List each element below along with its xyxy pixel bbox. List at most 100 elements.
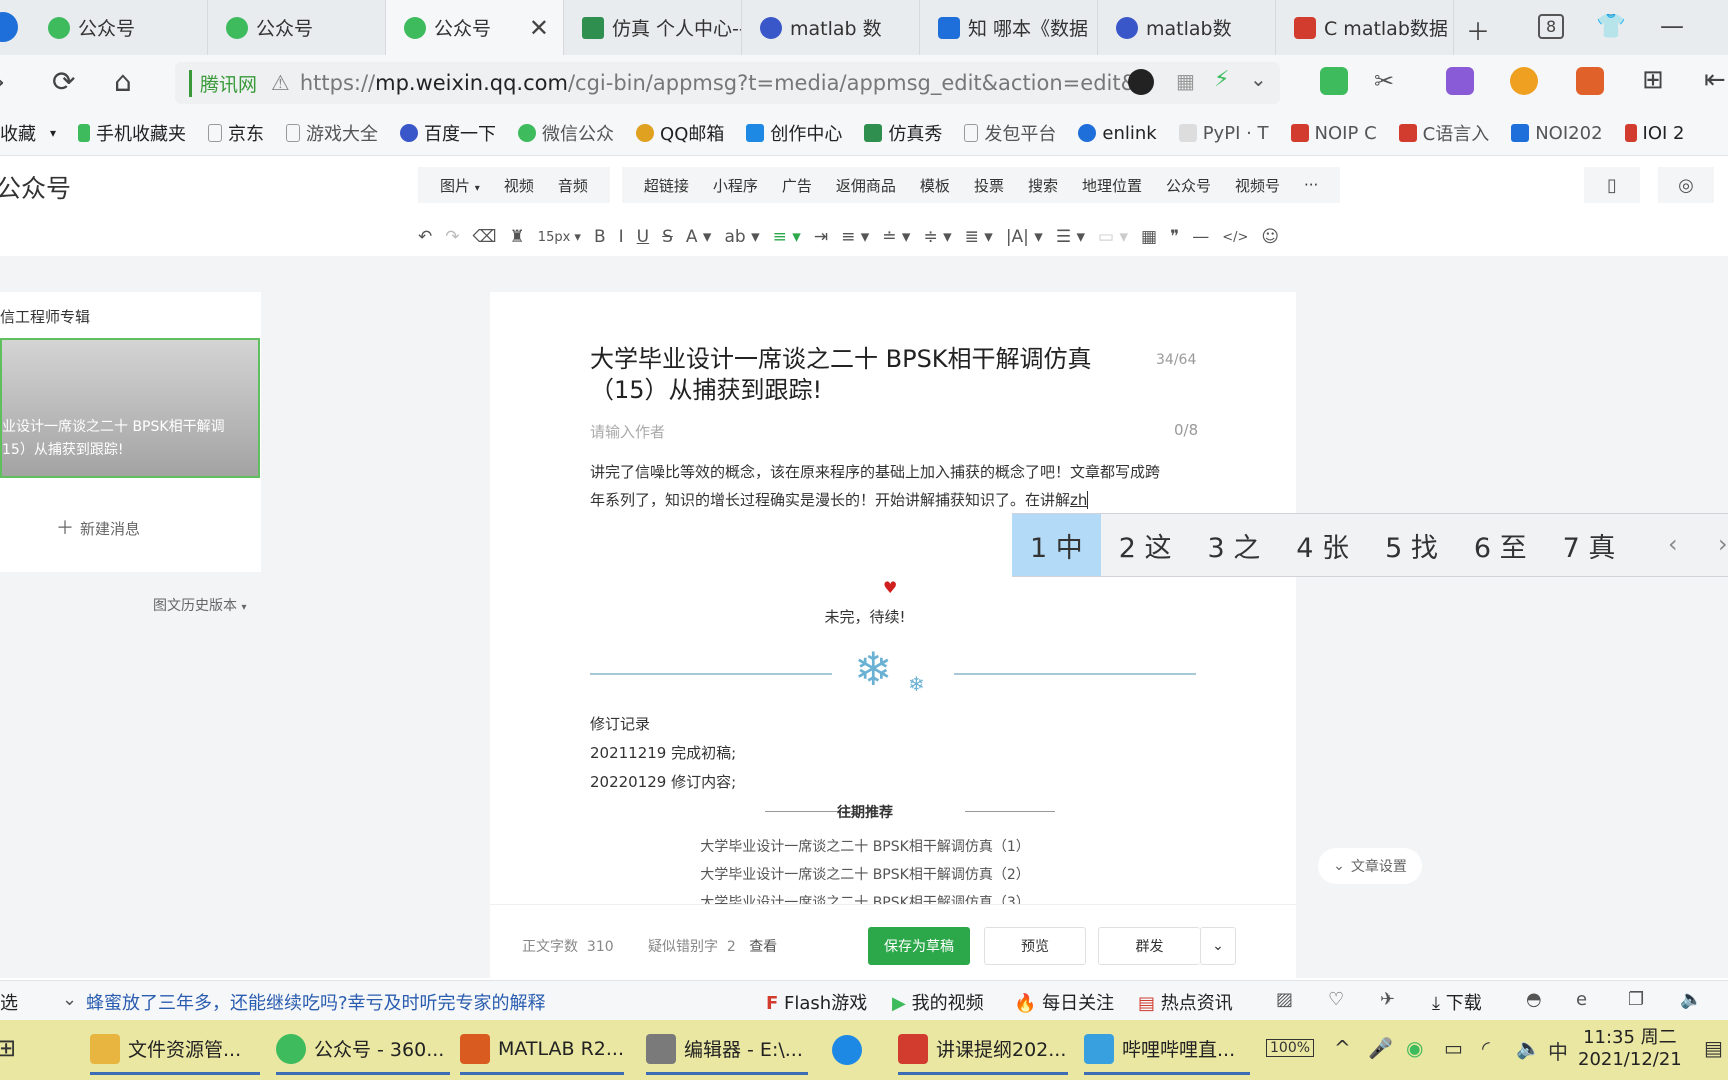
- bookmark-item[interactable]: C语言入: [1398, 120, 1489, 146]
- wifi-icon[interactable]: ◜: [1482, 1036, 1490, 1060]
- ime-candidate[interactable]: 6 至: [1456, 514, 1545, 576]
- bookmark-item[interactable]: 仿真秀: [864, 120, 942, 146]
- bookmark-item[interactable]: 手机收藏夹: [78, 120, 186, 146]
- bookmark-item[interactable]: PyPI · T: [1178, 123, 1269, 144]
- bookmark-favorites[interactable]: 收藏 ▾: [0, 120, 56, 146]
- taskbar-app[interactable]: [832, 1025, 876, 1075]
- quote-icon[interactable]: ❞: [1170, 227, 1179, 247]
- bookmark-item[interactable]: 发包平台: [964, 120, 1056, 146]
- incognito-icon[interactable]: ◓: [1526, 989, 1542, 1010]
- taskbar-app[interactable]: MATLAB R2...: [460, 1025, 624, 1075]
- ime-next-icon[interactable]: ›: [1718, 530, 1728, 558]
- preview-button[interactable]: 预览: [984, 927, 1086, 965]
- more-button[interactable]: ···: [1292, 176, 1330, 194]
- battery-indicator[interactable]: 100%: [1266, 1039, 1315, 1057]
- ime-candidate[interactable]: 1 中: [1012, 514, 1101, 576]
- history-versions-button[interactable]: 图文历史版本 ▾: [153, 595, 246, 615]
- align-icon[interactable]: ≡ ▾: [773, 227, 801, 247]
- chevron-down-icon[interactable]: ⌄: [62, 989, 77, 1010]
- font-size-select[interactable]: 15px ▾: [538, 230, 581, 245]
- bold-icon[interactable]: B: [594, 227, 606, 247]
- highlight-icon[interactable]: ab ▾: [724, 227, 759, 247]
- insert-account-button[interactable]: 公众号: [1154, 175, 1223, 196]
- emoji-icon[interactable]: ☺: [1261, 227, 1279, 247]
- address-bar[interactable]: 腾讯网 ⚠ https:// mp.weixin.qq.com /cgi-bin…: [175, 62, 1280, 104]
- close-icon[interactable]: ✕: [529, 14, 549, 42]
- insert-audio-button[interactable]: 音频: [546, 175, 600, 196]
- grid-icon[interactable]: ▦: [1176, 69, 1195, 93]
- speaker-icon[interactable]: 🔈: [1516, 1036, 1541, 1060]
- code-icon[interactable]: </>: [1222, 230, 1248, 245]
- border-icon[interactable]: ▭ ▾: [1098, 227, 1128, 247]
- save-draft-button[interactable]: 保存为草稿: [868, 927, 970, 965]
- chevron-up-icon[interactable]: ^: [1334, 1036, 1351, 1060]
- ime-candidate[interactable]: 3 之: [1190, 514, 1279, 576]
- shirt-icon[interactable]: 👕: [1596, 12, 1626, 40]
- table-icon[interactable]: ▦: [1141, 227, 1157, 247]
- article-settings-button[interactable]: ⌄ 文章设置: [1318, 848, 1422, 884]
- window-icon[interactable]: ❐: [1628, 989, 1644, 1010]
- flash-icon[interactable]: [1128, 69, 1154, 95]
- my-videos-link[interactable]: ▶ 我的视频: [892, 989, 984, 1015]
- scissors-icon[interactable]: ✂: [1374, 67, 1394, 95]
- taskbar-app[interactable]: 讲课提纲202...: [898, 1025, 1068, 1075]
- rocket-icon[interactable]: ✈: [1380, 989, 1395, 1010]
- redo-icon[interactable]: ↷: [445, 227, 459, 247]
- list-icon[interactable]: ☰ ▾: [1056, 227, 1085, 247]
- insert-location-button[interactable]: 地理位置: [1070, 175, 1154, 196]
- microphone-icon[interactable]: 🎤: [1368, 1036, 1393, 1060]
- forward-icon[interactable]: ›: [0, 65, 5, 98]
- strikethrough-icon[interactable]: S: [662, 227, 673, 247]
- taskbar-app[interactable]: 公众号 - 360...: [276, 1025, 450, 1075]
- underline-icon[interactable]: U: [637, 227, 649, 247]
- article-title-input[interactable]: 大学毕业设计一席谈之二十 BPSK相干解调仿真（15）从捕获到跟踪!: [590, 344, 1110, 406]
- system-clock[interactable]: 11:35 周二 2021/12/21: [1578, 1027, 1682, 1071]
- tab-6[interactable]: 知 哪本《数据: [920, 0, 1098, 55]
- minimize-icon[interactable]: —: [1660, 12, 1684, 40]
- ime-indicator[interactable]: 中: [1548, 1036, 1568, 1065]
- format-painter-icon[interactable]: ♜: [510, 227, 525, 247]
- start-icon[interactable]: ⊞: [0, 1034, 16, 1062]
- book-extension-icon[interactable]: [1320, 67, 1348, 95]
- ime-candidate[interactable]: 4 张: [1278, 514, 1367, 576]
- ime-candidate[interactable]: 5 找: [1367, 514, 1456, 576]
- cert-label[interactable]: 腾讯网: [189, 69, 257, 97]
- publish-dropdown[interactable]: ⌄: [1200, 927, 1236, 965]
- translate-extension-icon[interactable]: [1446, 67, 1474, 95]
- bookmark-item[interactable]: enlink: [1078, 123, 1157, 144]
- tab-4[interactable]: 仿真 个人中心-手: [564, 0, 742, 55]
- bookmark-item[interactable]: 游戏大全: [286, 120, 378, 146]
- notification-icon[interactable]: ▤: [1704, 1036, 1723, 1060]
- news-headline-link[interactable]: 蜂蜜放了三年多，还能继续吃吗?幸亏及时听完专家的解释: [86, 989, 546, 1015]
- ime-prev-icon[interactable]: ‹: [1668, 530, 1678, 558]
- tab-2[interactable]: 公众号: [208, 0, 386, 55]
- past-article-link[interactable]: 大学毕业设计一席谈之二十 BPSK相干解调仿真（1）: [590, 836, 1140, 856]
- article-body[interactable]: 讲完了信噪比等效的概念，该在原来程序的基础上加入捕获的概念了吧！文章都写成跨 年…: [590, 458, 1200, 514]
- tab-7[interactable]: matlab数: [1098, 0, 1276, 55]
- bookmark-item[interactable]: 京东: [208, 120, 264, 146]
- game-extension-icon[interactable]: [1576, 67, 1604, 95]
- italic-icon[interactable]: I: [619, 227, 624, 247]
- insert-miniprogram-button[interactable]: 小程序: [701, 175, 770, 196]
- insert-search-button[interactable]: 搜索: [1016, 175, 1070, 196]
- insert-channel-button[interactable]: 视频号: [1223, 175, 1292, 196]
- taskbar-app[interactable]: 文件资源管...: [90, 1025, 260, 1075]
- line-height-icon[interactable]: ≣ ▾: [965, 227, 993, 247]
- view-typos-link[interactable]: 查看: [749, 939, 777, 955]
- bookmark-item[interactable]: 创作中心: [746, 120, 842, 146]
- bookmark-item[interactable]: 百度一下: [400, 120, 496, 146]
- bookmark-item[interactable]: NOIP C: [1290, 123, 1377, 144]
- sidebar-icon[interactable]: ⇤: [1704, 65, 1726, 95]
- past-article-link[interactable]: 大学毕业设计一席谈之二十 BPSK相干解调仿真（3）: [590, 892, 1140, 904]
- taskbar-app[interactable]: 哔哩哔哩直...: [1084, 1025, 1250, 1075]
- image-icon[interactable]: ▨: [1276, 989, 1293, 1010]
- spacing-before-icon[interactable]: ≐ ▾: [882, 227, 910, 247]
- insert-ad-button[interactable]: 广告: [770, 175, 824, 196]
- bookmark-item[interactable]: IOI 2: [1624, 123, 1685, 144]
- volume-icon[interactable]: 🔈: [1680, 989, 1702, 1010]
- health-icon[interactable]: ♡: [1328, 989, 1344, 1010]
- letter-spacing-icon[interactable]: |A| ▾: [1006, 227, 1043, 247]
- mobile-preview-icon[interactable]: ▯: [1584, 167, 1640, 203]
- ime-candidate[interactable]: 7 真: [1545, 514, 1634, 576]
- flash-games-link[interactable]: F Flash游戏: [766, 989, 867, 1015]
